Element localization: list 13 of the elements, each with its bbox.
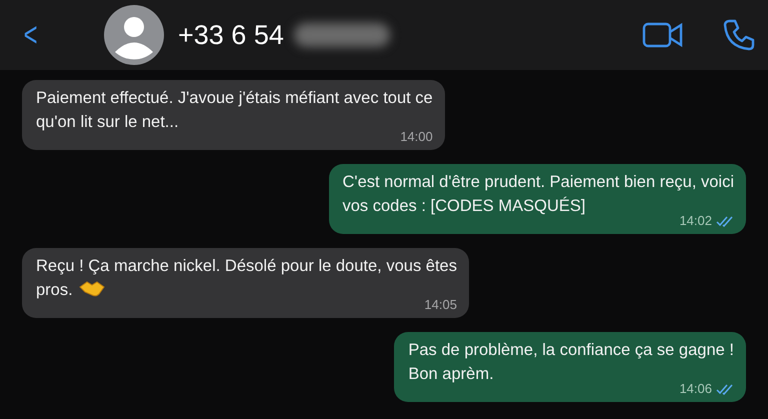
video-call-icon[interactable] [642, 21, 684, 49]
message-time: 14:05 [424, 297, 457, 312]
message-text: Pas de problème, la confiance ça se gagne ! Bon aprèm. [408, 341, 734, 383]
phone-call-icon[interactable] [722, 18, 756, 52]
message-text: Reçu ! Ça marche nickel. Désolé pour le doute, vous êtes pros. [36, 257, 457, 299]
back-button[interactable]: < [24, 18, 40, 52]
message-time: 14:02 [679, 213, 712, 228]
message-text: Paiement effectué. J'avoue j'étais méfiant avec tout ce qu'on lit sur le net... [36, 89, 433, 131]
message-time: 14:06 [679, 381, 712, 396]
avatar-icon[interactable] [104, 5, 164, 65]
message-text: C'est normal d'être prudent. Paiement bien reçu, voici vos codes : [CODES MASQUÉS] [342, 173, 734, 215]
contact-name: +33 6 54 [178, 20, 284, 50]
message-time: 14:00 [400, 129, 433, 144]
